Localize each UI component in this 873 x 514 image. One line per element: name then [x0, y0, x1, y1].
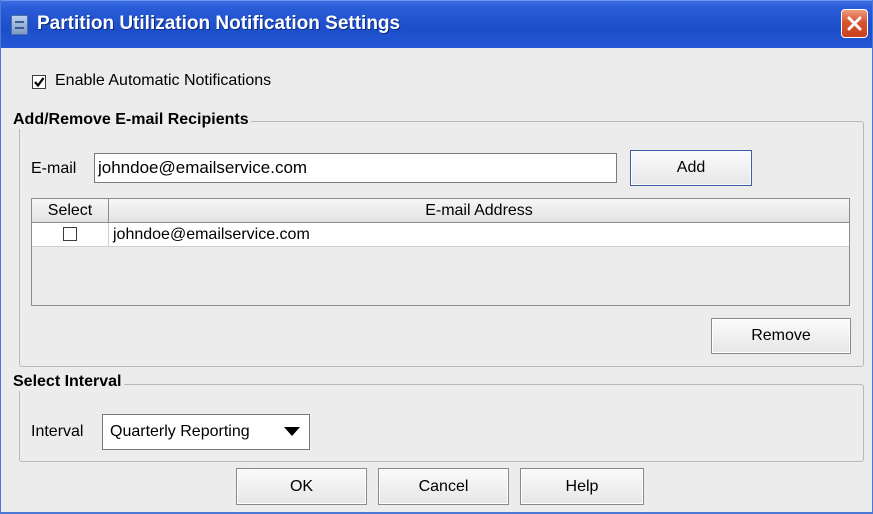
help-button[interactable]: Help — [520, 468, 644, 505]
email-input[interactable] — [94, 153, 617, 183]
add-button[interactable]: Add — [630, 150, 752, 186]
enable-notifications-label: Enable Automatic Notifications — [55, 72, 272, 89]
interval-label: Interval — [31, 423, 84, 440]
ok-button[interactable]: OK — [236, 468, 367, 505]
remove-button[interactable]: Remove — [711, 318, 851, 354]
add-button-label: Add — [676, 159, 706, 176]
window-title: Partition Utilization Notification Setti… — [37, 13, 401, 34]
row-select-checkbox[interactable] — [63, 227, 77, 241]
recipients-table: Select E-mail Address johndoe@emailservi… — [31, 198, 850, 306]
row-email-address: johndoe@emailservice.com — [113, 226, 310, 243]
row-select-cell — [32, 223, 109, 246]
column-header-email[interactable]: E-mail Address — [109, 199, 849, 222]
recipients-group-title: Add/Remove E-mail Recipients — [11, 111, 251, 129]
table-row[interactable]: johndoe@emailservice.com — [32, 223, 849, 247]
interval-selected-value: Quarterly Reporting — [110, 423, 250, 440]
cancel-button[interactable]: Cancel — [378, 468, 509, 505]
close-button[interactable] — [841, 9, 868, 38]
remove-button-label: Remove — [751, 327, 811, 344]
email-label: E-mail — [31, 160, 77, 177]
dialog-window: Partition Utilization Notification Setti… — [0, 0, 873, 514]
interval-dropdown[interactable]: Quarterly Reporting — [102, 414, 310, 450]
close-x-icon — [847, 16, 862, 31]
interval-group-title: Select Interval — [11, 373, 124, 391]
checkmark-icon — [34, 77, 45, 88]
dropdown-arrow-icon — [284, 427, 300, 436]
table-header: Select E-mail Address — [32, 199, 849, 223]
app-window-icon — [11, 15, 28, 35]
ok-button-label: OK — [289, 478, 314, 495]
help-button-label: Help — [565, 478, 599, 495]
enable-notifications-checkbox[interactable] — [32, 75, 46, 89]
cancel-button-label: Cancel — [418, 478, 469, 495]
column-header-select[interactable]: Select — [32, 199, 109, 222]
title-bar[interactable]: Partition Utilization Notification Setti… — [1, 0, 872, 48]
